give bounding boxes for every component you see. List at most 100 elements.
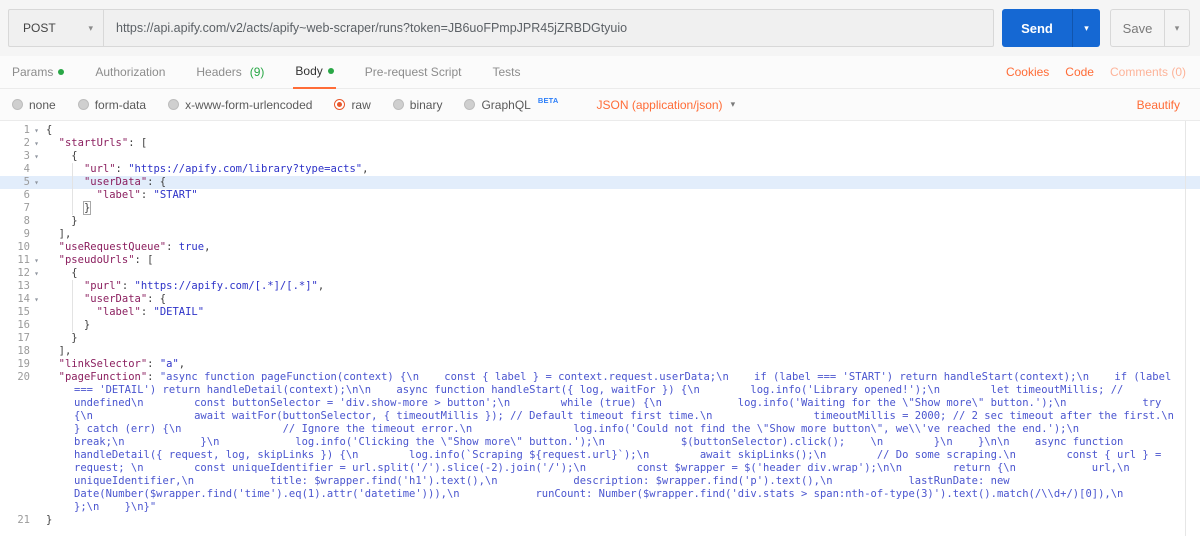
- beautify-button[interactable]: Beautify: [1137, 98, 1180, 112]
- green-dot-icon: [327, 68, 334, 74]
- content-type-select[interactable]: JSON (application/json) ▾: [597, 98, 736, 112]
- send-options-button[interactable]: ▾: [1072, 9, 1100, 47]
- tab-pre-request-script[interactable]: Pre-request Script: [363, 56, 464, 89]
- line-content: "label": "DETAIL": [43, 306, 204, 319]
- token: "purl": [83, 280, 122, 292]
- line-number: 13: [17, 280, 30, 292]
- url-input[interactable]: [104, 9, 994, 47]
- fold-caret-icon[interactable]: ▾: [30, 124, 43, 137]
- token: "pageFunction": [58, 371, 148, 383]
- token: {: [46, 124, 53, 136]
- code-line-1: 1 ▾{: [0, 124, 1200, 137]
- token: :: [147, 358, 160, 370]
- fold-caret-icon[interactable]: ▾: [30, 137, 43, 150]
- send-split-button: Send ▾: [1002, 9, 1100, 47]
- code-line-19: 19 "linkSelector": "a",: [0, 358, 1200, 371]
- beta-badge: BETA: [537, 96, 559, 105]
- token: "userData": [83, 293, 148, 305]
- fold-caret-icon[interactable]: ▾: [30, 150, 43, 163]
- send-button[interactable]: Send: [1002, 9, 1072, 47]
- body-type-none[interactable]: none: [12, 98, 56, 112]
- code-line-18: 18 ],: [0, 345, 1200, 358]
- line-content: "purl": "https://apify.com/[.*]/[.*]",: [43, 280, 324, 293]
- tab-label: Headers: [196, 65, 242, 79]
- token: : [: [134, 254, 154, 266]
- tab-body[interactable]: Body: [293, 56, 336, 89]
- body-type-form-data[interactable]: form-data: [77, 98, 146, 112]
- token: "userData": [83, 176, 148, 188]
- line-content: "label": "START": [43, 189, 198, 202]
- line-content: }: [43, 201, 92, 215]
- body-type-raw[interactable]: raw: [334, 98, 371, 112]
- indent-guide: [72, 293, 73, 306]
- token: :: [115, 163, 129, 175]
- code-line-8: 8 }: [0, 215, 1200, 228]
- fold-caret-icon[interactable]: ▾: [30, 176, 43, 189]
- line-number: 15: [17, 306, 30, 318]
- token: "DETAIL": [153, 306, 205, 318]
- line-content: "pseudoUrls": [: [43, 254, 154, 267]
- cookies-link[interactable]: Cookies: [1006, 65, 1049, 79]
- tab-authorization[interactable]: Authorization: [93, 56, 167, 89]
- body-type-graphql[interactable]: GraphQL BETA: [464, 96, 559, 112]
- token: {: [46, 150, 78, 162]
- comments-link[interactable]: Comments (0): [1110, 65, 1186, 79]
- line-content: "pageFunction": "async function pageFunc…: [43, 371, 1200, 514]
- line-number: 20: [17, 371, 30, 383]
- save-options-button[interactable]: ▾: [1164, 9, 1190, 47]
- radio-icon: [77, 99, 89, 110]
- indent-guide: [72, 280, 73, 293]
- content-type-label: JSON (application/json): [596, 97, 723, 112]
- token: "url": [83, 163, 116, 175]
- fold-caret-icon[interactable]: ▾: [30, 293, 43, 306]
- code-line-12: 12 ▾ {: [0, 267, 1200, 280]
- tab-label: Authorization: [95, 65, 166, 79]
- tab-params[interactable]: Params: [10, 56, 66, 89]
- line-number: 12: [17, 267, 30, 279]
- code-line-10: 10 "useRequestQueue": true,: [0, 241, 1200, 254]
- radio-label: x-www-form-urlencoded: [185, 97, 313, 112]
- token: ,: [317, 280, 325, 292]
- code-link[interactable]: Code: [1065, 65, 1094, 79]
- tab-tests[interactable]: Tests: [490, 56, 522, 89]
- chevron-down-icon: ▾: [1174, 22, 1180, 33]
- indent-guide: [72, 176, 73, 189]
- request-meta-links: Cookies Code Comments (0): [1006, 65, 1190, 79]
- fold-caret-icon[interactable]: ▾: [30, 267, 43, 280]
- tab-headers[interactable]: Headers (9): [194, 56, 266, 89]
- token: :: [140, 189, 154, 201]
- code-line-7: 7 }: [0, 201, 1200, 215]
- line-number: 11: [17, 254, 30, 266]
- radio-label: none: [29, 97, 56, 112]
- body-type-x-www-form-urlencoded[interactable]: x-www-form-urlencoded: [168, 98, 312, 112]
- line-content: ],: [43, 345, 72, 358]
- green-dot-icon: [58, 69, 65, 75]
- code-line-17: 17 }: [0, 332, 1200, 345]
- token: :: [166, 241, 179, 253]
- line-number: 9: [23, 228, 30, 240]
- code-line-11: 11 ▾ "pseudoUrls": [: [0, 254, 1200, 267]
- line-content: }: [43, 215, 77, 228]
- code-line-16: 16 }: [0, 319, 1200, 332]
- editor-scrollbar[interactable]: [1185, 121, 1186, 536]
- code-line-14: 14 ▾ "userData": {: [0, 293, 1200, 306]
- token: "async function pageFunction(context) {\…: [74, 371, 1174, 513]
- code-line-15: 15 "label": "DETAIL": [0, 306, 1200, 319]
- body-type-bar: none form-data x-www-form-urlencoded raw…: [0, 89, 1200, 121]
- body-type-binary[interactable]: binary: [392, 98, 442, 112]
- fold-caret-icon[interactable]: ▾: [30, 254, 43, 267]
- method-select[interactable]: POST ▾: [8, 9, 104, 47]
- method-label: POST: [23, 21, 56, 35]
- line-content: }: [43, 319, 90, 332]
- code-line-2: 2 ▾ "startUrls": [: [0, 137, 1200, 150]
- save-button[interactable]: Save: [1110, 9, 1164, 47]
- line-number: 3: [23, 150, 30, 162]
- raw-body-editor[interactable]: 1 ▾{2 ▾ "startUrls": [3 ▾ {4 "url": "https:…: [0, 121, 1200, 536]
- tab-label: Params: [12, 65, 54, 79]
- tab-label: Pre-request Script: [364, 65, 462, 79]
- token: }: [46, 514, 53, 526]
- line-number: 21: [17, 514, 30, 526]
